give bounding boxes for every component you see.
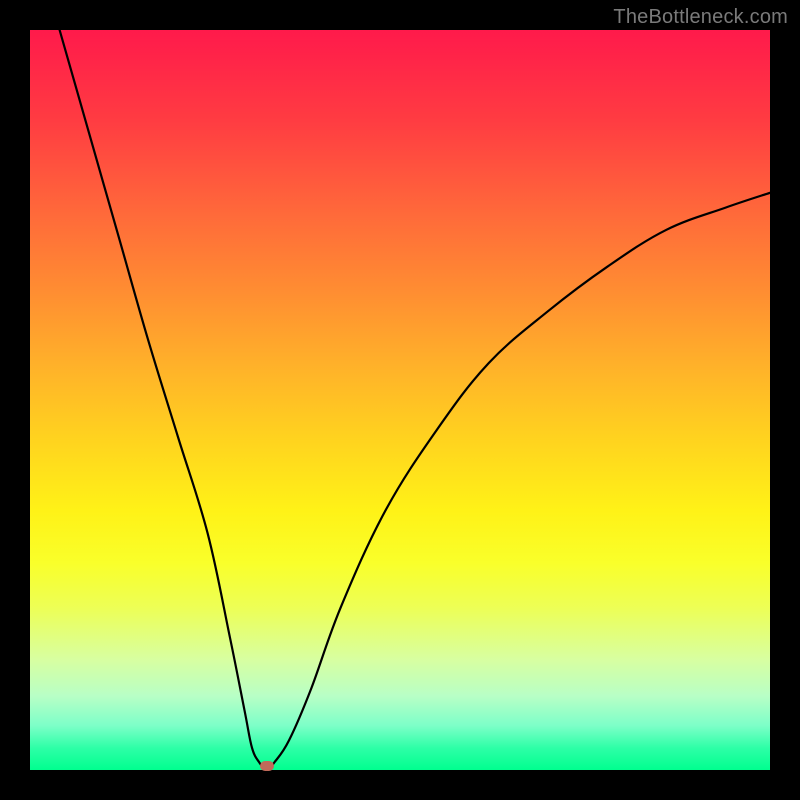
chart-frame: TheBottleneck.com (0, 0, 800, 800)
bottleneck-curve (60, 30, 770, 770)
curve-svg (30, 30, 770, 770)
watermark-text: TheBottleneck.com (613, 6, 788, 29)
optimal-point-marker (260, 761, 274, 771)
plot-area (30, 30, 770, 770)
